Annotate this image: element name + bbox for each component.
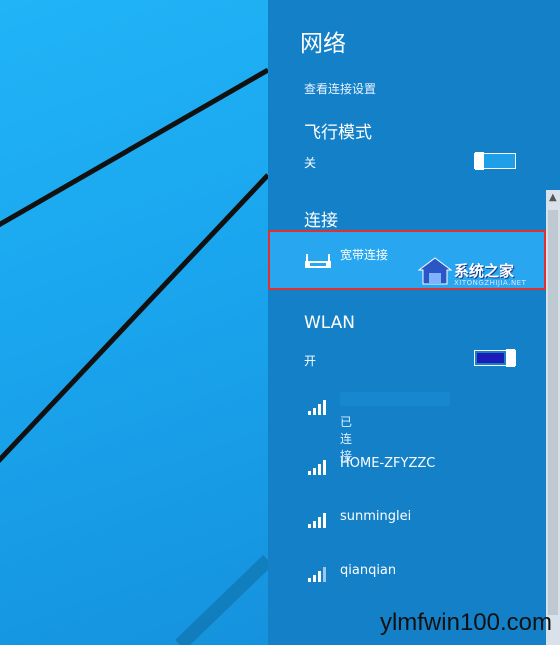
house-logo-icon [418, 257, 452, 285]
wlan-toggle[interactable] [474, 349, 516, 367]
view-connection-settings-link[interactable]: 查看连接设置 [304, 80, 376, 97]
toggle-thumb [506, 349, 515, 367]
desktop-wallpaper [0, 0, 268, 645]
airplane-mode-state: 关 [304, 156, 317, 170]
wifi-signal-icon [308, 400, 326, 415]
wifi-signal-icon [308, 567, 326, 582]
wallpaper-lines [0, 67, 268, 645]
wlan-state: 开 [304, 354, 317, 368]
scroll-up-arrow-icon[interactable]: ▲ [549, 193, 557, 203]
panel-title: 网络 [300, 31, 346, 57]
broadband-label: 宽带连接 [340, 248, 389, 262]
watermark-brand: 系统之家 [454, 262, 515, 280]
broadband-modem-icon [305, 254, 331, 268]
scrollbar-thumb[interactable] [548, 210, 558, 615]
toggle-thumb [475, 152, 484, 170]
wifi-network-name: sunminglei [340, 509, 412, 524]
xitongzhijia-watermark: 系统之家 XITONGZHIJIA.NET [416, 250, 551, 290]
wlan-heading: WLAN [304, 313, 356, 333]
toggle-fill [477, 353, 504, 363]
site-watermark: ylmfwin100.com [379, 609, 552, 636]
wifi-network-name: qianqian [340, 563, 397, 578]
wifi-network-name: HOME-ZFYZZC [340, 456, 436, 471]
obscured-network-name [340, 392, 450, 406]
watermark-url: XITONGZHIJIA.NET [454, 279, 527, 287]
panel-scrollbar[interactable]: ▲ [546, 190, 560, 645]
airplane-mode-toggle[interactable] [474, 152, 516, 170]
network-panel: 网络 查看连接设置 飞行模式 关 连接 宽带连接 系统之家 XITONGZHIJ… [268, 0, 560, 645]
wifi-signal-icon [308, 460, 326, 475]
airplane-mode-heading: 飞行模式 [304, 123, 372, 143]
wifi-signal-icon [308, 513, 326, 528]
connections-heading: 连接 [304, 211, 338, 231]
